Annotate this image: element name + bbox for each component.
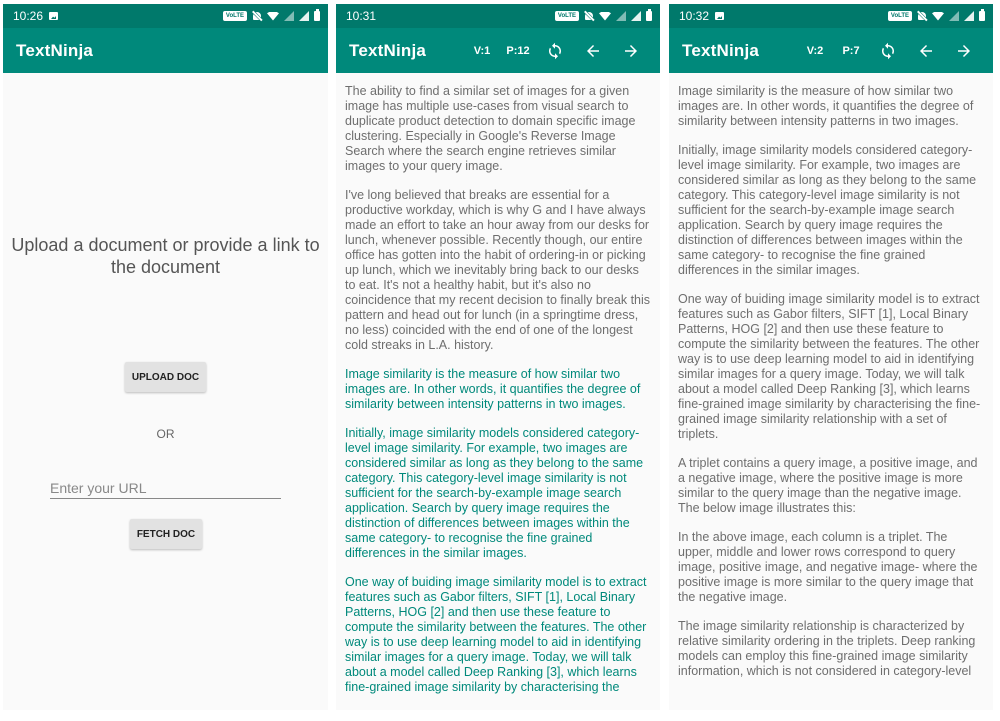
upload-doc-button[interactable]: UPLOAD DOC <box>125 362 206 392</box>
reader-screen-v2: 10:32 VoLTE TextNinja V:2 P:7 Image simi… <box>669 4 993 710</box>
paragraph: Image similarity is the measure of how s… <box>678 84 974 128</box>
fetch-doc-button[interactable]: FETCH DOC <box>130 519 202 549</box>
url-input[interactable] <box>50 479 281 499</box>
refresh-icon[interactable] <box>869 36 907 66</box>
highlighted-paragraph: Initially, image similarity models consi… <box>345 426 644 560</box>
paragraph: The ability to find a similar set of ima… <box>345 84 636 173</box>
upload-screen: 10:26 VoLTE TextNinja Upload a document … <box>3 4 328 710</box>
app-bar: TextNinja V:2 P:7 <box>669 28 993 73</box>
paragraph: The image similarity relationship is cha… <box>678 619 976 678</box>
battery-icon <box>646 9 652 21</box>
app-title: TextNinja <box>682 40 760 60</box>
version-indicator: V:2 <box>806 44 824 57</box>
volte-icon: VoLTE <box>222 11 247 21</box>
paragraph: One way of buiding image similarity mode… <box>678 292 981 441</box>
image-notification-icon <box>49 12 59 20</box>
paragraph: I've long believed that breaks are essen… <box>345 188 651 352</box>
version-indicator: V:1 <box>473 44 491 57</box>
paragraph: A triplet contains a query image, a posi… <box>678 456 978 515</box>
document-text[interactable]: Image similarity is the measure of how s… <box>669 73 993 679</box>
upload-prompt: Upload a document or provide a link to t… <box>11 235 320 277</box>
signal-icon <box>949 11 959 21</box>
arrow-right-icon[interactable] <box>612 36 650 66</box>
highlighted-paragraph: One way of buiding image similarity mode… <box>345 575 647 694</box>
status-time: 10:31 <box>346 9 377 23</box>
muted-bell-icon <box>252 11 262 21</box>
volte-icon: VoLTE <box>554 11 579 21</box>
or-separator: OR <box>156 427 175 441</box>
app-title: TextNinja <box>349 40 427 60</box>
signal-icon <box>284 11 294 21</box>
reader-screen-v1: 10:31 VoLTE TextNinja V:1 P:12 The abili… <box>336 4 660 710</box>
signal-icon <box>964 11 974 21</box>
paragraph: Initially, image similarity models consi… <box>678 143 977 277</box>
status-time: 10:26 <box>13 9 44 23</box>
battery-icon <box>314 9 320 21</box>
battery-icon <box>979 9 985 21</box>
app-title: TextNinja <box>16 40 94 60</box>
paragraph: In the above image, each column is a tri… <box>678 530 978 604</box>
highlighted-paragraph: Image similarity is the measure of how s… <box>345 367 641 411</box>
muted-bell-icon <box>584 11 594 21</box>
status-time: 10:32 <box>679 9 710 23</box>
page-count: P:12 <box>506 44 530 57</box>
document-text[interactable]: The ability to find a similar set of ima… <box>336 73 660 695</box>
arrow-left-icon[interactable] <box>574 36 612 66</box>
muted-bell-icon <box>917 11 927 21</box>
status-bar: 10:26 VoLTE <box>3 4 328 28</box>
status-bar: 10:32 VoLTE <box>669 4 993 28</box>
image-notification-icon <box>715 12 725 20</box>
wifi-icon <box>599 11 611 21</box>
signal-icon <box>299 11 309 21</box>
wifi-icon <box>267 11 279 21</box>
app-bar: TextNinja <box>3 28 328 73</box>
signal-icon <box>616 11 626 21</box>
volte-icon: VoLTE <box>887 11 912 21</box>
app-bar: TextNinja V:1 P:12 <box>336 28 660 73</box>
page-count: P:7 <box>842 44 860 57</box>
refresh-icon[interactable] <box>536 36 574 66</box>
status-bar: 10:31 VoLTE <box>336 4 660 28</box>
arrow-left-icon[interactable] <box>907 36 945 66</box>
wifi-icon <box>932 11 944 21</box>
signal-icon <box>631 11 641 21</box>
arrow-right-icon[interactable] <box>945 36 983 66</box>
